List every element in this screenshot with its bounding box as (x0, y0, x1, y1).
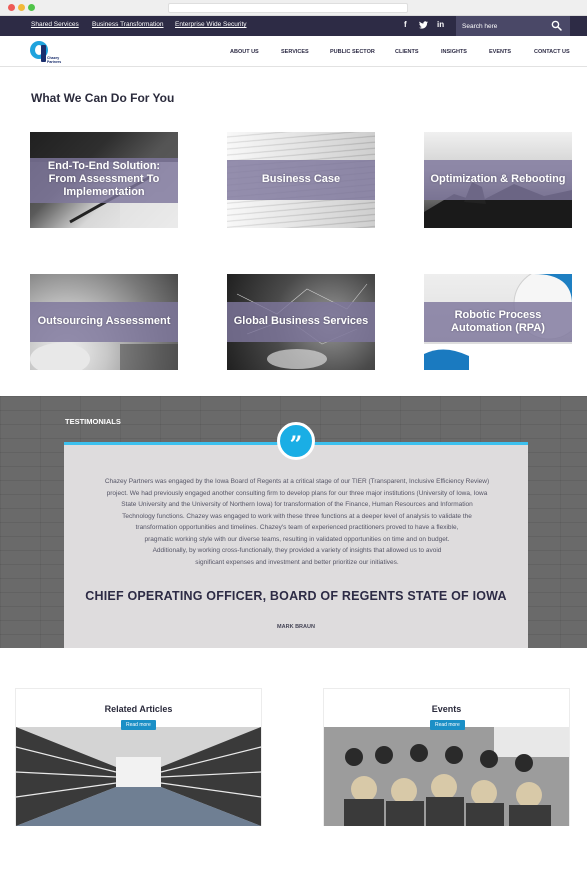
card-title: Business Case (261, 173, 341, 185)
events-read-more-button[interactable]: Read more (430, 720, 465, 730)
related-articles-panel: Related Articles (15, 688, 262, 826)
service-card-global-business[interactable]: Global Business Services (227, 274, 375, 370)
search-input[interactable] (462, 20, 548, 32)
search-icon[interactable] (551, 20, 562, 31)
service-card-outsourcing[interactable]: Outsourcing Assessment (30, 274, 178, 370)
search-box (456, 16, 570, 36)
toplink-enterprise-wide-security[interactable]: Enterprise Wide Security (175, 21, 247, 28)
chazey-partners-logo[interactable]: Chazey Partners (30, 40, 62, 64)
testimonial-author-name: MARK BRAUN (277, 624, 315, 630)
nav-events[interactable]: EVENTS (489, 49, 511, 55)
twitter-icon[interactable] (419, 20, 429, 30)
related-articles-read-more-button[interactable]: Read more (121, 720, 156, 730)
card-title: Optimization & Rebooting (430, 173, 566, 185)
main-navbar: Chazey Partners ABOUT US SERVICES PUBLIC … (0, 36, 587, 67)
events-image[interactable] (324, 727, 569, 826)
events-title: Events (431, 704, 462, 714)
address-bar[interactable] (168, 3, 408, 13)
service-card-end-to-end[interactable]: End-To-End Solution: From Assessment To … (30, 132, 178, 228)
facebook-icon[interactable]: f (404, 20, 407, 29)
events-panel: Events (323, 688, 570, 826)
testimonial-quote: Chazey Partners was engaged by the Iowa … (104, 478, 490, 566)
card-title: End-To-End Solution: From Assessment To … (47, 160, 161, 198)
minimize-window-dot[interactable] (18, 4, 25, 11)
nav-clients[interactable]: CLIENTS (395, 49, 419, 55)
logo-mark-stem (41, 45, 46, 62)
library-shelves-image (16, 727, 261, 826)
card-title: Outsourcing Assessment (37, 315, 171, 327)
service-card-optimization[interactable]: Optimization & Rebooting (424, 132, 572, 228)
nav-public-sector[interactable]: PUBLIC SECTOR (330, 49, 375, 55)
card-title: Global Business Services (233, 315, 369, 327)
testimonial-author-title: CHIEF OPERATING OFFICER, BOARD OF REGENT… (85, 589, 507, 603)
nav-about-us[interactable]: ABOUT US (230, 49, 259, 55)
related-articles-image[interactable] (16, 727, 261, 826)
browser-chrome (0, 0, 587, 16)
quote-icon: ” (277, 422, 315, 460)
maximize-window-dot[interactable] (28, 4, 35, 11)
services-section-title: What We Can Do For You (31, 91, 175, 105)
linkedin-icon[interactable]: in (437, 20, 444, 29)
testimonials-heading: TESTIMONIALS (65, 417, 121, 426)
close-window-dot[interactable] (8, 4, 15, 11)
card-title: Robotic Process Automation (RPA) (451, 309, 545, 334)
testimonials-section: TESTIMONIALS ” Chazey Partners was engag… (0, 396, 587, 648)
nav-contact-us[interactable]: CONTACT US (534, 49, 570, 55)
toplink-shared-services[interactable]: Shared Services (31, 21, 79, 28)
toplink-business-transformation[interactable]: Business Transformation (92, 21, 164, 28)
related-articles-title: Related Articles (104, 704, 173, 714)
service-card-rpa[interactable]: Robotic Process Automation (RPA) (424, 274, 572, 370)
nav-services[interactable]: SERVICES (281, 49, 309, 55)
logo-text: Chazey Partners (47, 56, 62, 64)
audience-image (324, 727, 569, 826)
service-card-business-case[interactable]: Business Case (227, 132, 375, 228)
nav-insights[interactable]: INSIGHTS (441, 49, 467, 55)
top-utility-bar: Shared Services Business Transformation … (0, 16, 587, 36)
